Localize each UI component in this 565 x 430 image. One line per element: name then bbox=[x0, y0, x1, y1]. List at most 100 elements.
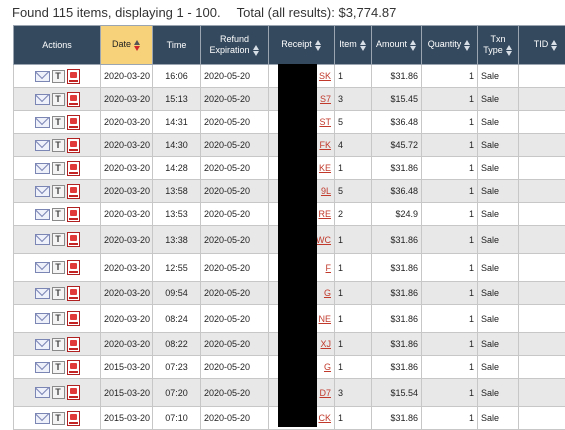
pdf-icon[interactable] bbox=[67, 385, 80, 400]
cell-amount: $15.45 bbox=[372, 88, 422, 111]
text-document-icon[interactable]: T bbox=[52, 70, 65, 83]
envelope-icon[interactable] bbox=[35, 234, 50, 245]
sort-icon bbox=[315, 40, 322, 51]
text-document-icon[interactable]: T bbox=[52, 412, 65, 425]
text-document-icon[interactable]: T bbox=[52, 338, 65, 351]
pdf-icon[interactable] bbox=[67, 138, 80, 153]
receipt-link[interactable]: CK bbox=[318, 413, 331, 423]
cell-item: 1 bbox=[335, 333, 372, 356]
pdf-icon[interactable] bbox=[67, 411, 80, 426]
text-document-icon[interactable]: T bbox=[52, 233, 65, 246]
text-document-icon[interactable]: T bbox=[52, 139, 65, 152]
cell-time: 14:30 bbox=[153, 134, 201, 157]
cell-refund-expiration: 2020-05-20 bbox=[201, 88, 269, 111]
pdf-icon[interactable] bbox=[67, 184, 80, 199]
cell-refund-expiration: 2020-05-20 bbox=[201, 379, 269, 407]
cell-quantity: 1 bbox=[422, 356, 478, 379]
cell-tid bbox=[519, 88, 565, 111]
cell-amount: $31.86 bbox=[372, 407, 422, 430]
text-document-icon[interactable]: T bbox=[52, 116, 65, 129]
pdf-icon[interactable] bbox=[67, 115, 80, 130]
envelope-icon[interactable] bbox=[35, 186, 50, 197]
cell-txn-type: Sale bbox=[478, 305, 519, 333]
cell-amount: $31.86 bbox=[372, 157, 422, 180]
text-document-icon[interactable]: T bbox=[52, 386, 65, 399]
cell-refund-expiration: 2020-05-20 bbox=[201, 356, 269, 379]
pdf-icon[interactable] bbox=[67, 337, 80, 352]
pdf-icon[interactable] bbox=[67, 286, 80, 301]
envelope-icon[interactable] bbox=[35, 209, 50, 220]
text-document-icon[interactable]: T bbox=[52, 312, 65, 325]
row-actions: T bbox=[14, 254, 101, 282]
pdf-icon[interactable] bbox=[67, 161, 80, 176]
pdf-icon[interactable] bbox=[67, 69, 80, 84]
cell-amount: $31.86 bbox=[372, 65, 422, 88]
receipt-link[interactable]: S7 bbox=[320, 94, 331, 104]
receipt-link[interactable]: RE bbox=[318, 209, 331, 219]
column-header-item[interactable]: Item bbox=[335, 26, 372, 65]
column-header-txn-type[interactable]: Txn Type bbox=[478, 26, 519, 65]
envelope-icon[interactable] bbox=[35, 94, 50, 105]
column-header-receipt[interactable]: Receipt bbox=[269, 26, 335, 65]
text-document-icon[interactable]: T bbox=[52, 208, 65, 221]
receipt-link[interactable]: XJ bbox=[320, 339, 331, 349]
cell-amount: $31.86 bbox=[372, 226, 422, 254]
cell-time: 14:28 bbox=[153, 157, 201, 180]
cell-tid bbox=[519, 254, 565, 282]
envelope-icon[interactable] bbox=[35, 362, 50, 373]
cell-amount: $31.86 bbox=[372, 333, 422, 356]
receipt-link[interactable]: ST bbox=[319, 117, 331, 127]
envelope-icon[interactable] bbox=[35, 163, 50, 174]
text-document-icon[interactable]: T bbox=[52, 361, 65, 374]
cell-item: 3 bbox=[335, 379, 372, 407]
receipt-link[interactable]: WC bbox=[316, 235, 331, 245]
pdf-icon[interactable] bbox=[67, 360, 80, 375]
column-header-refund-expiration[interactable]: Refund Expiration bbox=[201, 26, 269, 65]
envelope-icon[interactable] bbox=[35, 288, 50, 299]
envelope-icon[interactable] bbox=[35, 140, 50, 151]
cell-date: 2020-03-20 bbox=[101, 180, 153, 203]
envelope-icon[interactable] bbox=[35, 313, 50, 324]
cell-txn-type: Sale bbox=[478, 111, 519, 134]
column-header-date[interactable]: Date bbox=[101, 26, 153, 65]
pdf-icon[interactable] bbox=[67, 92, 80, 107]
envelope-icon[interactable] bbox=[35, 117, 50, 128]
receipt-link[interactable]: 9L bbox=[321, 186, 331, 196]
receipt-link[interactable]: FK bbox=[319, 140, 331, 150]
text-document-icon[interactable]: T bbox=[52, 261, 65, 274]
cell-date: 2020-03-20 bbox=[101, 65, 153, 88]
text-document-icon[interactable]: T bbox=[52, 162, 65, 175]
pdf-icon[interactable] bbox=[67, 232, 80, 247]
column-header-quantity[interactable]: Quantity bbox=[422, 26, 478, 65]
envelope-icon[interactable] bbox=[35, 339, 50, 350]
pdf-icon[interactable] bbox=[67, 311, 80, 326]
text-document-icon[interactable]: T bbox=[52, 287, 65, 300]
column-header-amount[interactable]: Amount bbox=[372, 26, 422, 65]
receipt-link[interactable]: G bbox=[324, 288, 331, 298]
receipt-link[interactable]: SK bbox=[319, 71, 331, 81]
cell-refund-expiration: 2020-05-20 bbox=[201, 226, 269, 254]
text-document-icon[interactable]: T bbox=[52, 93, 65, 106]
cell-time: 15:13 bbox=[153, 88, 201, 111]
column-header-tid[interactable]: TID bbox=[519, 26, 565, 65]
receipt-link[interactable]: NE bbox=[318, 314, 331, 324]
envelope-icon[interactable] bbox=[35, 413, 50, 424]
row-actions: T bbox=[14, 65, 101, 88]
row-actions: T bbox=[14, 282, 101, 305]
receipt-link[interactable]: G bbox=[324, 362, 331, 372]
receipt-link[interactable]: KE bbox=[319, 163, 331, 173]
cell-refund-expiration: 2020-05-20 bbox=[201, 111, 269, 134]
pdf-icon[interactable] bbox=[67, 207, 80, 222]
pdf-icon[interactable] bbox=[67, 260, 80, 275]
receipt-link[interactable]: D7 bbox=[319, 388, 331, 398]
receipt-link[interactable]: F bbox=[326, 263, 332, 273]
text-document-icon[interactable]: T bbox=[52, 185, 65, 198]
cell-amount: $31.86 bbox=[372, 282, 422, 305]
envelope-icon[interactable] bbox=[35, 387, 50, 398]
cell-txn-type: Sale bbox=[478, 356, 519, 379]
envelope-icon[interactable] bbox=[35, 71, 50, 82]
row-actions: T bbox=[14, 226, 101, 254]
cell-date: 2020-03-20 bbox=[101, 282, 153, 305]
envelope-icon[interactable] bbox=[35, 262, 50, 273]
cell-txn-type: Sale bbox=[478, 65, 519, 88]
